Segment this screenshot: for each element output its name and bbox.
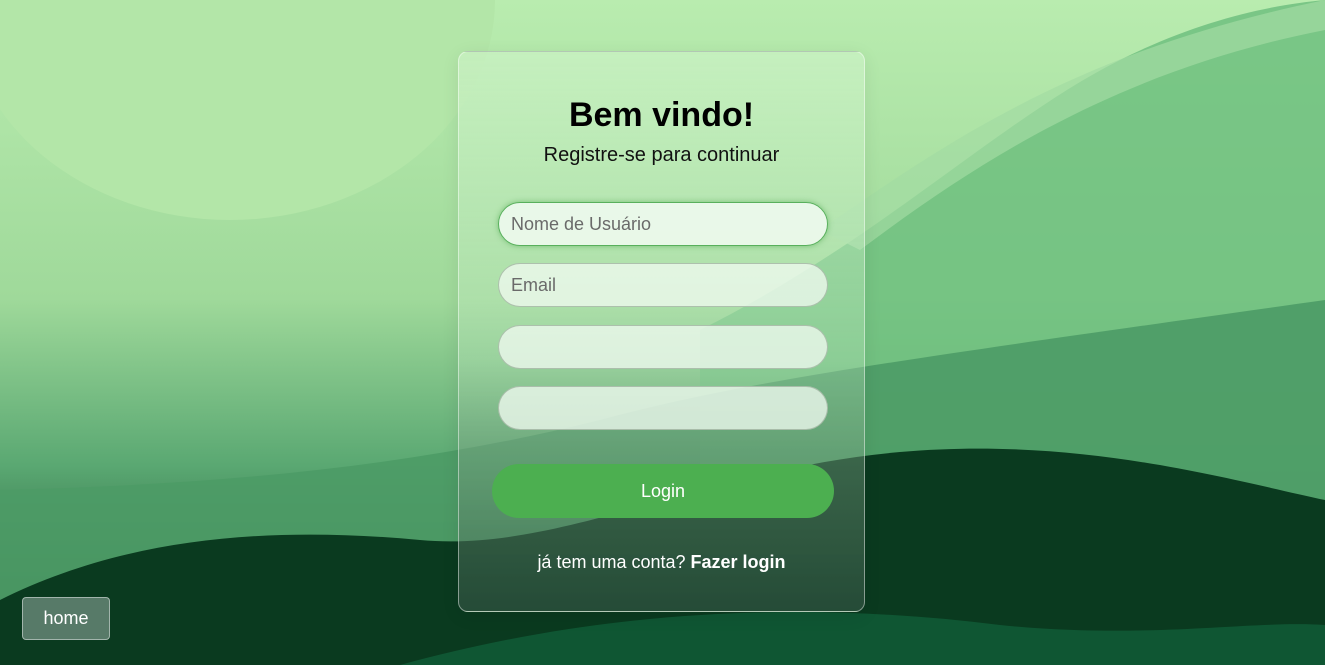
login-link[interactable]: Fazer login [691,552,786,572]
background-circle [0,0,495,220]
home-button[interactable]: home [22,597,110,640]
page-subtitle: Registre-se para continuar [543,144,780,166]
page-background: Bem vindo! Registre-se para continuar Lo… [0,0,1325,665]
login-button[interactable]: Login [492,464,834,518]
page-title: Bem vindo! [568,96,755,134]
confirm-password-input[interactable] [498,386,828,430]
register-card: Bem vindo! Registre-se para continuar Lo… [458,51,865,612]
password-input[interactable] [498,325,828,369]
username-input[interactable] [498,202,828,246]
email-input[interactable] [498,263,828,307]
login-prompt-text: já tem uma conta? [537,552,686,572]
login-prompt: já tem uma conta? Fazer login [459,552,864,573]
